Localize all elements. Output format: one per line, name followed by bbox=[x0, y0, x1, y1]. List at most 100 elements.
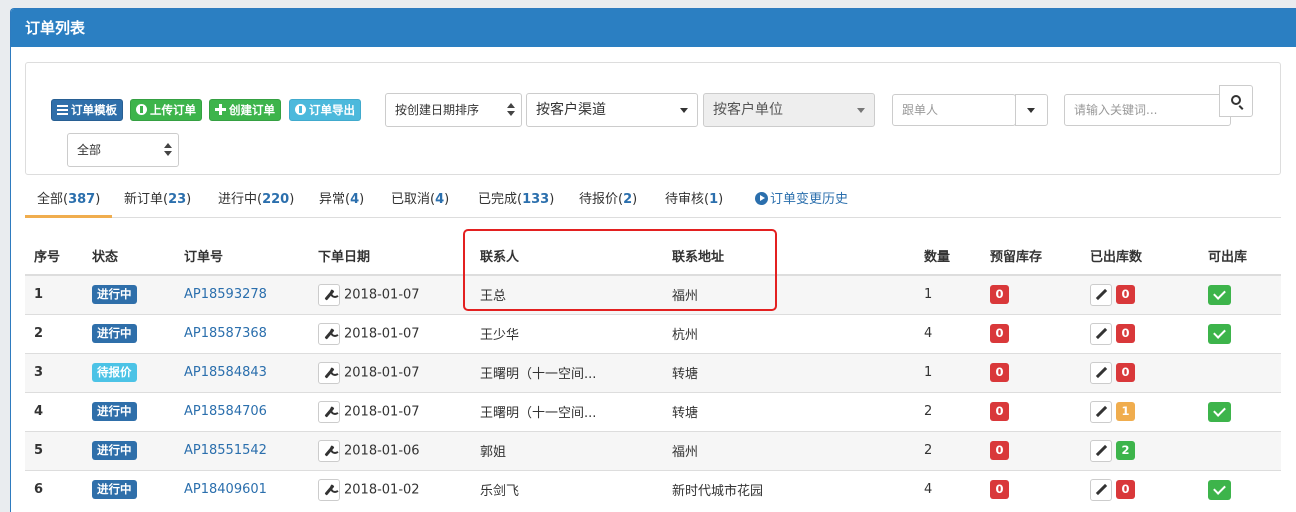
contact-cell: 王总 bbox=[471, 274, 663, 314]
check-icon[interactable] bbox=[1208, 323, 1231, 344]
column-header: 订单号 bbox=[175, 236, 309, 276]
status-cell: 待报价 bbox=[83, 352, 175, 392]
tab-in-progress[interactable]: 进行中(220) bbox=[218, 188, 294, 218]
order-number-cell: AP18409601 bbox=[175, 469, 309, 509]
pencil-icon[interactable] bbox=[1090, 478, 1112, 501]
wrench-icon[interactable] bbox=[318, 283, 340, 306]
upload-order-button[interactable]: 上传订单 bbox=[130, 99, 202, 121]
wrench-icon[interactable] bbox=[318, 478, 340, 501]
column-header: 联系地址 bbox=[663, 236, 915, 276]
status-cell: 进行中 bbox=[83, 430, 175, 470]
order-number-cell: AP18551542 bbox=[175, 430, 309, 470]
shipped-count-badge: 0 bbox=[1116, 363, 1135, 382]
sort-select[interactable]: 按创建日期排序 bbox=[385, 93, 522, 127]
order-number-link[interactable]: AP18409601 bbox=[184, 482, 267, 497]
unit-select[interactable]: 按客户单位 bbox=[703, 93, 875, 127]
panel-title: 订单列表 bbox=[11, 9, 1296, 47]
order-number-link[interactable]: AP18593278 bbox=[184, 287, 267, 302]
address-cell: 杭州 bbox=[663, 313, 915, 353]
upload-icon bbox=[136, 104, 147, 115]
order-history-link[interactable]: 订单变更历史 bbox=[755, 188, 848, 218]
create-order-label: 创建订单 bbox=[229, 103, 275, 117]
table-row: 3 待报价 AP18584843 2018-01-07 王曙明（十一空间... 转塘 1 0 0 bbox=[25, 352, 1281, 392]
order-template-button[interactable]: 订单模板 bbox=[51, 99, 123, 121]
tab-count: 387 bbox=[68, 192, 96, 207]
wrench-icon[interactable] bbox=[318, 439, 340, 462]
pencil-icon[interactable] bbox=[1090, 283, 1112, 306]
table-row: 4 进行中 AP18584706 2018-01-07 王曙明（十一空间... 转塘 2 0 1 bbox=[25, 391, 1281, 431]
status-cell: 进行中 bbox=[83, 469, 175, 509]
tab-count: 133 bbox=[522, 192, 550, 207]
row-number: 4 bbox=[25, 391, 83, 431]
tab-new[interactable]: 新订单(23) bbox=[124, 188, 191, 218]
pencil-icon[interactable] bbox=[1090, 439, 1112, 462]
address-cell: 新时代城市花园 bbox=[663, 469, 915, 509]
status-badge: 进行中 bbox=[92, 480, 137, 500]
column-header: 序号 bbox=[25, 236, 83, 276]
search-button[interactable] bbox=[1219, 85, 1253, 117]
order-date-cell: 2018-01-07 bbox=[309, 391, 471, 431]
tab-close-paren: ) bbox=[95, 192, 101, 207]
order-date: 2018-01-07 bbox=[344, 287, 420, 303]
export-order-button[interactable]: 订单导出 bbox=[289, 99, 361, 121]
shipped-count-badge: 2 bbox=[1116, 441, 1135, 460]
order-number-link[interactable]: AP18584706 bbox=[184, 404, 267, 419]
quantity-cell: 1 bbox=[915, 352, 981, 392]
unit-select-value: 按客户单位 bbox=[713, 102, 783, 118]
order-number-link[interactable]: AP18587368 bbox=[184, 326, 267, 341]
follower-input[interactable]: 跟单人 bbox=[892, 94, 1016, 126]
wrench-icon[interactable] bbox=[318, 322, 340, 345]
tab-exception[interactable]: 异常(4) bbox=[319, 188, 364, 218]
tab-close-paren: ) bbox=[359, 192, 365, 207]
status-badge: 进行中 bbox=[92, 441, 137, 460]
tab-label: 已取消( bbox=[391, 192, 436, 207]
create-order-button[interactable]: 创建订单 bbox=[209, 99, 281, 121]
channel-select[interactable]: 按客户渠道 bbox=[526, 93, 698, 127]
order-date: 2018-01-06 bbox=[344, 443, 420, 458]
pencil-icon[interactable] bbox=[1090, 400, 1112, 423]
quantity-cell: 1 bbox=[915, 274, 981, 314]
scope-select[interactable]: 全部 bbox=[67, 133, 179, 167]
pencil-icon[interactable] bbox=[1090, 322, 1112, 345]
address-cell: 福州 bbox=[663, 274, 915, 314]
quantity-cell: 4 bbox=[915, 313, 981, 353]
order-date-cell: 2018-01-07 bbox=[309, 274, 471, 314]
shipped-cell: 0 bbox=[1081, 313, 1199, 353]
column-header: 联系人 bbox=[471, 236, 663, 276]
order-number-link[interactable]: AP18584843 bbox=[184, 365, 267, 380]
keyword-placeholder: 请输入关键词... bbox=[1074, 103, 1158, 117]
reserved-stock-cell: 0 bbox=[981, 469, 1081, 509]
tab-completed[interactable]: 已完成(133) bbox=[478, 188, 554, 218]
order-number-link[interactable]: AP18551542 bbox=[184, 443, 267, 458]
wrench-icon[interactable] bbox=[318, 361, 340, 384]
tab-all[interactable]: 全部(387) bbox=[25, 188, 113, 218]
tab-count: 23 bbox=[168, 192, 187, 207]
follower-dropdown-toggle[interactable] bbox=[1015, 94, 1048, 126]
table-row: 1 进行中 AP18593278 2018-01-07 王总 福州 1 0 0 bbox=[25, 274, 1281, 314]
sort-select-value: 按创建日期排序 bbox=[395, 103, 480, 117]
caret-down-icon bbox=[857, 108, 865, 113]
reserved-stock-cell: 0 bbox=[981, 352, 1081, 392]
tab-cancelled[interactable]: 已取消(4) bbox=[391, 188, 449, 218]
quantity-cell: 2 bbox=[915, 391, 981, 431]
reserved-stock-badge: 0 bbox=[990, 480, 1009, 500]
column-header: 状态 bbox=[83, 236, 175, 276]
pencil-icon[interactable] bbox=[1090, 361, 1112, 384]
tab-pending-quote[interactable]: 待报价(2) bbox=[579, 188, 637, 218]
contact-cell: 王少华 bbox=[471, 313, 663, 353]
order-history-label: 订单变更历史 bbox=[770, 192, 849, 207]
tab-close-paren: ) bbox=[549, 192, 555, 207]
tab-label: 全部( bbox=[37, 192, 69, 207]
row-number: 6 bbox=[25, 469, 83, 509]
tab-count: 4 bbox=[350, 192, 360, 207]
status-badge: 待报价 bbox=[92, 363, 137, 382]
check-icon[interactable] bbox=[1208, 401, 1231, 422]
check-icon[interactable] bbox=[1208, 284, 1231, 305]
check-icon[interactable] bbox=[1208, 479, 1231, 500]
keyword-input[interactable]: 请输入关键词... bbox=[1064, 94, 1231, 126]
tab-pending-review[interactable]: 待审核(1) bbox=[665, 188, 723, 218]
export-order-label: 订单导出 bbox=[309, 103, 355, 117]
wrench-icon[interactable] bbox=[318, 400, 340, 423]
shipped-count-badge: 1 bbox=[1116, 402, 1135, 421]
row-number: 2 bbox=[25, 313, 83, 353]
